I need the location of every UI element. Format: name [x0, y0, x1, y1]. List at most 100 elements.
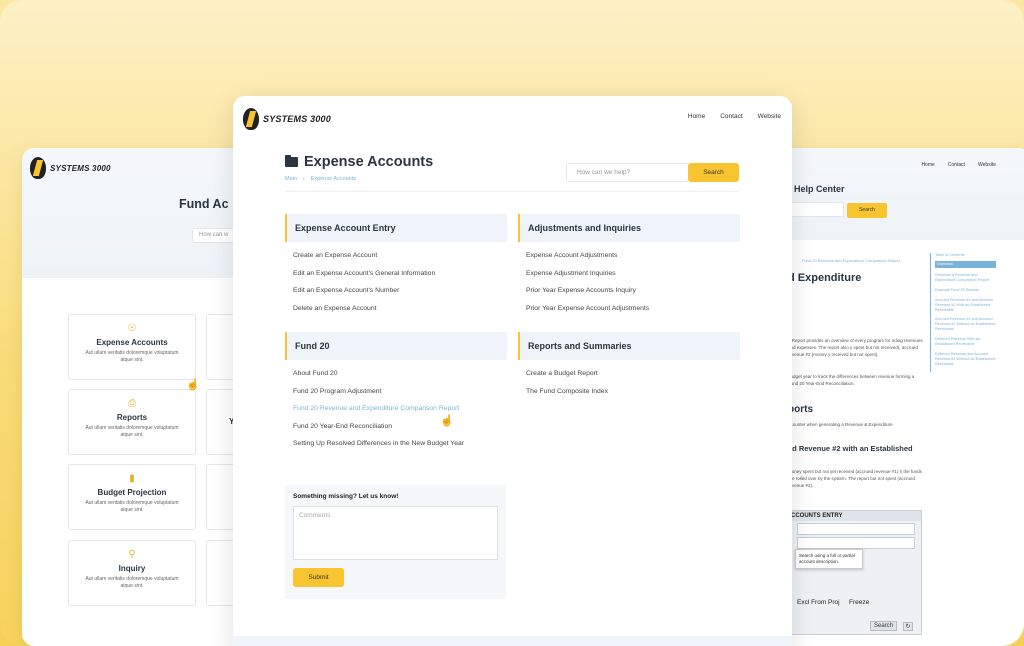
hand-cursor-icon: ☝	[186, 379, 200, 391]
card-expense-accounts[interactable]: ☉ Expense Accounts Aut ullam veritatis d…	[68, 314, 196, 380]
section-heading: Reports and Summaries	[518, 332, 740, 360]
toc-item[interactable]: Example Fund 20 Reports	[935, 288, 996, 293]
logo-icon	[243, 108, 259, 130]
card-partial[interactable]	[206, 540, 236, 606]
refresh-icon: ↻	[903, 622, 913, 631]
article-paragraph: budget year to track the differences bet…	[788, 374, 915, 386]
toc-item[interactable]: Accrued Revenue #1 and Accrued Revenue #…	[935, 317, 996, 332]
nav-contact[interactable]: Contact	[948, 162, 965, 168]
right-breadcrumb[interactable]: Fund 20 Revenue and Expenditure Comparis…	[802, 258, 900, 263]
toc-item[interactable]: Accrued Revenue #1 and Accrued Revenue #…	[935, 298, 996, 313]
nav-website[interactable]: Website	[978, 162, 996, 168]
right-window: Home Contact Website g Help Center Searc…	[776, 148, 1024, 646]
submit-button[interactable]: Submit	[293, 568, 344, 587]
section-heading: Expense Account Entry	[285, 214, 507, 242]
article-link[interactable]: Edit an Expense Account's General Inform…	[285, 265, 507, 283]
breadcrumb-main[interactable]: Main	[285, 176, 297, 182]
footer-band	[233, 636, 792, 646]
search-button[interactable]: Search	[688, 163, 739, 182]
nav-home[interactable]: Home	[688, 113, 705, 120]
card-inquiry[interactable]: ⚲ Inquiry Aut ullam veritatis doloremque…	[68, 540, 196, 606]
screenshot-field	[797, 523, 915, 535]
section-expense-account-entry: Expense Account Entry Create an Expense …	[285, 214, 507, 317]
article-link[interactable]: The Fund Composite Index	[518, 383, 740, 401]
article-link[interactable]: About Fund 20	[285, 365, 507, 383]
article-link[interactable]: Edit an Expense Account's Number	[285, 282, 507, 300]
card-desc: Aut ullam veritatis doloremque voluptatu…	[85, 350, 179, 363]
screenshot-field	[797, 537, 915, 549]
left-page-title: Fund Ac	[179, 197, 229, 211]
divider	[285, 191, 739, 192]
article-link[interactable]: Setting Up Resolved Differences in the N…	[285, 435, 507, 453]
main-window: SYSTEMS 3000 Home Contact Website Expens…	[233, 96, 792, 646]
right-search-button[interactable]: Search	[847, 203, 887, 218]
logo-icon	[30, 157, 46, 179]
main-nav: Home Contact Website	[688, 113, 781, 120]
screenshot-tooltip: Search using a full or partial account d…	[795, 549, 863, 569]
article-link[interactable]: Expense Adjustment Inquiries	[518, 265, 740, 283]
card-budget-projection[interactable]: ▮ Budget Projection Aut ullam veritatis …	[68, 464, 196, 530]
nav-contact[interactable]: Contact	[720, 113, 742, 120]
card-desc: Aut ullam veritatis doloremque voluptatu…	[85, 425, 179, 438]
article-link[interactable]: Create a Budget Report	[518, 365, 740, 383]
card-reports[interactable]: ⎙ Reports Aut ullam veritatis doloremque…	[68, 389, 196, 455]
section-reports-summaries: Reports and Summaries Create a Budget Re…	[518, 332, 740, 400]
screenshot-search-button: Search	[869, 621, 897, 631]
help-center-title: g Help Center	[786, 184, 845, 194]
folder-open-icon	[285, 155, 298, 167]
article-paragraph: ncounter when generating a Revenue & Exp…	[788, 422, 893, 427]
article-link[interactable]: Fund 20 Year-End Reconciliation	[285, 418, 507, 436]
card-title: Budget Projection	[97, 488, 167, 497]
card-partial[interactable]	[206, 464, 236, 530]
embedded-screenshot: CCOUNTS ENTRY Search using a full or par…	[776, 510, 922, 635]
screenshot-excl-label: Excl From Proj	[797, 599, 840, 606]
section-adjustments-inquiries: Adjustments and Inquiries Expense Accoun…	[518, 214, 740, 317]
section-fund-20: Fund 20 About Fund 20 Fund 20 Program Ad…	[285, 332, 507, 453]
card-partial[interactable]	[206, 314, 236, 380]
article-link[interactable]: Prior Year Expense Account Adjustments	[518, 300, 740, 318]
card-partial[interactable]: Y	[206, 389, 236, 455]
breadcrumb: Main › Expense Accounts	[285, 176, 356, 182]
right-header: Home Contact Website g Help Center Searc…	[776, 148, 1024, 240]
brand-logo[interactable]: SYSTEMS 3000	[30, 157, 111, 179]
card-title: Expense Accounts	[96, 338, 168, 347]
card-title: Inquiry	[118, 564, 146, 573]
search-input[interactable]: How can we help?	[566, 163, 689, 182]
article-link[interactable]: Fund 20 Program Adjustment	[285, 383, 507, 401]
magnifier-icon: ⚲	[128, 549, 136, 560]
article-link[interactable]: Create an Expense Account	[285, 247, 507, 265]
section-heading: Adjustments and Inquiries	[518, 214, 740, 242]
brand-logo[interactable]: SYSTEMS 3000	[243, 108, 331, 130]
toc-item[interactable]: Overview	[935, 261, 996, 268]
page-title-row: Expense Accounts	[285, 154, 433, 170]
toc-item[interactable]: Deferred Revenue and Accrued Revenue #2 …	[935, 352, 996, 367]
nav-home[interactable]: Home	[921, 162, 934, 168]
article-link[interactable]: Delete an Expense Account	[285, 300, 507, 318]
right-nav: Home Contact Website	[921, 162, 996, 168]
article-link[interactable]: Prior Year Expense Accounts Inquiry	[518, 282, 740, 300]
table-of-contents: Table of Contents Overview Generate a Re…	[930, 253, 996, 372]
card-desc: Aut ullam veritatis doloremque voluptatu…	[85, 500, 179, 513]
feedback-heading: Something missing? Let us know!	[293, 493, 399, 500]
chevron-right-icon: ›	[302, 176, 305, 182]
hand-cursor-icon: ☝	[440, 415, 454, 427]
breadcrumb-current[interactable]: Expense Accounts	[311, 176, 356, 182]
main-topbar: SYSTEMS 3000 Home Contact Website	[233, 96, 792, 140]
article-title: d Expenditure	[788, 272, 862, 284]
dollar-icon: ☉	[127, 323, 137, 334]
toc-item[interactable]: Deferred Revenue With an Established Rec…	[935, 337, 996, 347]
article-link-hovered[interactable]: Fund 20 Revenue and Expenditure Comparis…	[285, 400, 507, 418]
section-heading: Fund 20	[285, 332, 507, 360]
toc-item[interactable]: Generate a Revenue and Expenditure Compa…	[935, 273, 996, 283]
article-link[interactable]: Expense Account Adjustments	[518, 247, 740, 265]
screenshot-title: CCOUNTS ENTRY	[777, 511, 921, 521]
card-desc: Aut ullam veritatis doloremque voluptatu…	[85, 576, 179, 589]
article-paragraph: money spent but not yet received (accrue…	[788, 469, 922, 488]
background-frame: SYSTEMS 3000 Fund Ac How can w ☉ Expense…	[0, 0, 1024, 646]
page-title: Expense Accounts	[304, 154, 434, 170]
feedback-form: Something missing? Let us know! Comments…	[285, 485, 506, 599]
comments-textarea[interactable]: Comments	[293, 506, 498, 560]
screenshot-freeze-label: Freeze	[849, 599, 870, 606]
card-title: Reports	[116, 413, 148, 422]
nav-website[interactable]: Website	[758, 113, 781, 120]
